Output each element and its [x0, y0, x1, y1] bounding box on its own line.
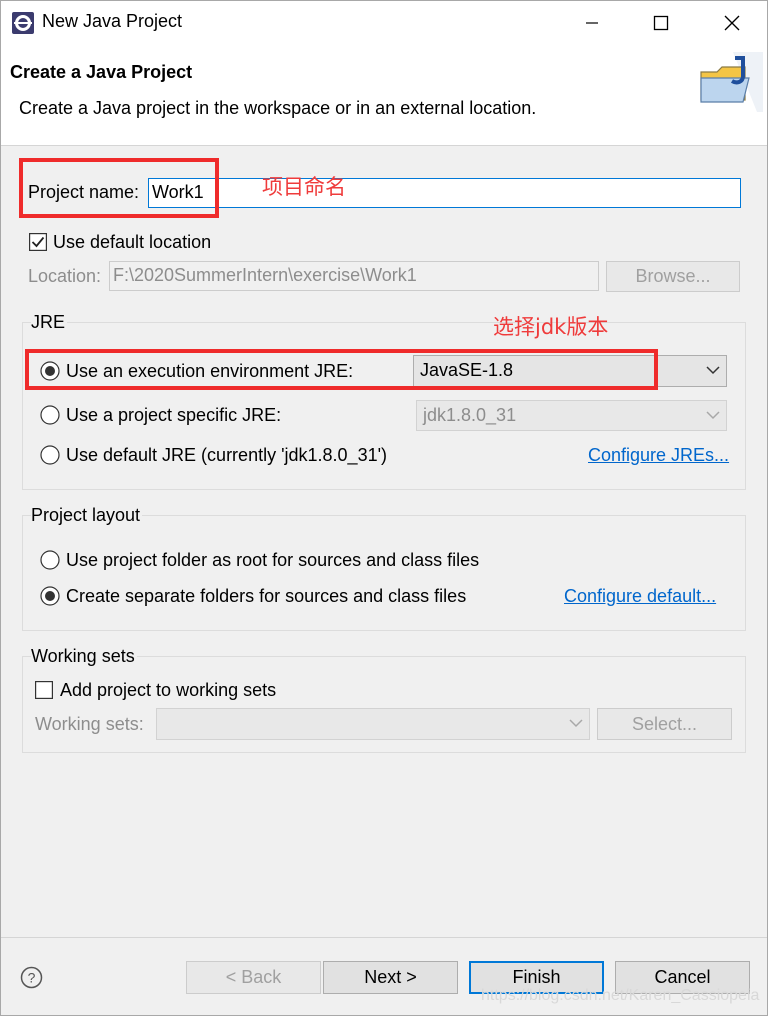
separate-folders-radio[interactable]	[40, 586, 60, 606]
separate-folders-label: Create separate folders for sources and …	[66, 586, 467, 606]
project-folder-root-label: Use project folder as root for sources a…	[66, 550, 480, 570]
window-title: New Java Project	[42, 11, 183, 31]
jre-annotation: 选择jdk版本	[493, 315, 609, 339]
wizard-header: Create a Java Project Create a Java proj…	[1, 44, 767, 146]
footer-separator	[1, 937, 767, 938]
svg-text:?: ?	[28, 970, 36, 986]
configure-default-link[interactable]: Configure default...	[564, 585, 716, 607]
project-folder-root-radio[interactable]	[40, 550, 60, 570]
help-icon[interactable]: ?	[20, 966, 43, 989]
select-working-sets-button[interactable]: Select...	[597, 708, 732, 740]
chevron-down-icon	[706, 365, 720, 375]
project-specific-jre-radio[interactable]	[40, 405, 60, 425]
location-input[interactable]: F:\2020SummerIntern\exercise\Work1	[109, 261, 599, 291]
eclipse-icon	[11, 11, 35, 35]
next-button[interactable]: Next >	[323, 961, 458, 994]
project-name-label: Project name:	[28, 182, 140, 202]
chevron-down-icon	[706, 410, 720, 420]
project-name-input[interactable]: Work1	[148, 178, 741, 208]
close-icon[interactable]	[709, 1, 755, 44]
project-specific-jre-value: jdk1.8.0_31	[423, 405, 517, 425]
working-sets-label: Working sets:	[35, 714, 144, 734]
execution-environment-label: Use an execution environment JRE:	[66, 361, 354, 381]
working-sets-select[interactable]	[156, 708, 590, 740]
title-bar: New Java Project	[1, 1, 767, 44]
project-specific-jre-label: Use a project specific JRE:	[66, 405, 282, 425]
page-description: Create a Java project in the workspace o…	[19, 98, 537, 118]
use-default-location-checkbox[interactable]	[29, 233, 47, 251]
project-specific-jre-select[interactable]: jdk1.8.0_31	[416, 400, 727, 431]
jre-group-title: JRE	[31, 311, 68, 333]
use-default-location-label: Use default location	[53, 232, 212, 252]
working-sets-group-title: Working sets	[31, 645, 137, 667]
back-button[interactable]: < Back	[186, 961, 321, 994]
add-to-working-sets-label: Add project to working sets	[60, 680, 277, 700]
execution-environment-radio[interactable]	[40, 361, 60, 381]
browse-button[interactable]: Browse...	[606, 261, 740, 292]
project-layout-group-title: Project layout	[31, 504, 143, 526]
project-name-annotation: 项目命名	[262, 175, 346, 199]
default-jre-radio[interactable]	[40, 445, 60, 465]
watermark: https://blog.csdn.net/Karen_Cassiopeia	[481, 987, 760, 1004]
java-folder-icon	[697, 52, 763, 112]
default-jre-label: Use default JRE (currently 'jdk1.8.0_31'…	[66, 445, 388, 465]
location-label: Location:	[28, 266, 102, 286]
configure-jres-link[interactable]: Configure JREs...	[588, 444, 729, 466]
project-layout-group	[22, 515, 746, 631]
execution-environment-value: JavaSE-1.8	[420, 360, 514, 380]
page-title: Create a Java Project	[10, 62, 193, 82]
execution-environment-select[interactable]: JavaSE-1.8	[413, 355, 727, 387]
chevron-down-icon	[569, 718, 583, 728]
minimize-icon[interactable]	[569, 1, 615, 44]
maximize-icon[interactable]	[638, 1, 684, 44]
add-to-working-sets-checkbox[interactable]	[35, 681, 53, 699]
